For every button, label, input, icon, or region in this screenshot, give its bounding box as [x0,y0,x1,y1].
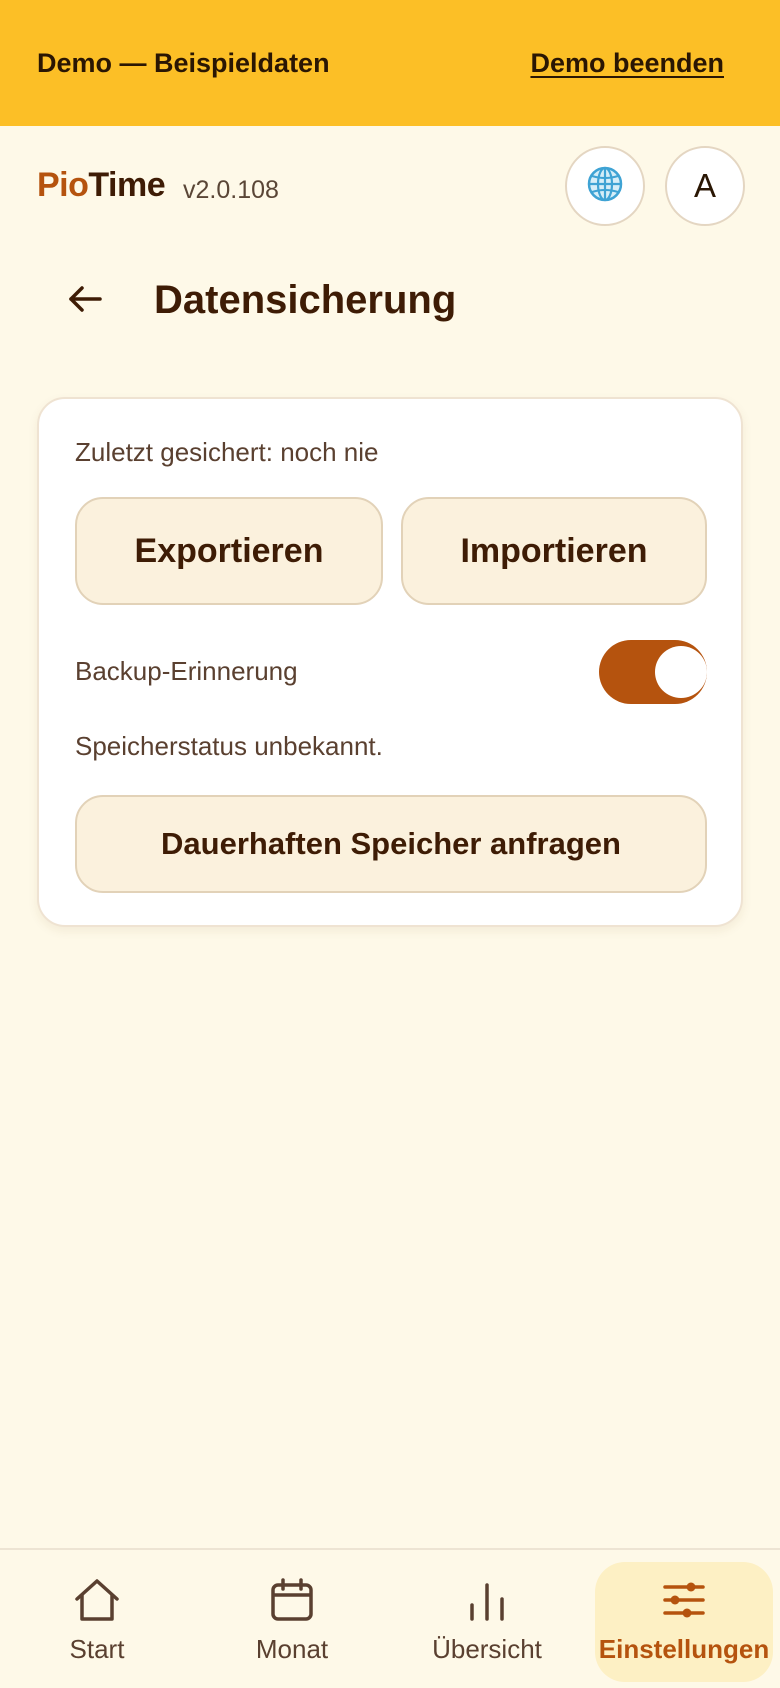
nav-item-einstellungen[interactable]: Einstellungen [595,1562,773,1682]
request-persistent-storage-button[interactable]: Dauerhaften Speicher anfragen [75,795,707,893]
backup-reminder-label: Backup-Erinnerung [75,656,298,686]
nav-label: Start [69,1634,125,1664]
import-button[interactable]: Importieren [401,497,707,605]
app-header: PioTime v2.0.108 A [0,126,780,246]
backup-reminder-toggle[interactable] [599,640,707,704]
toggle-knob [655,646,707,698]
calendar-icon [269,1572,315,1628]
bottom-nav: Start Monat Übersicht Einstellungen [0,1548,780,1688]
globe-icon [586,165,624,208]
home-icon [72,1572,122,1628]
exit-demo-link[interactable]: Demo beenden [530,48,724,79]
app-root: Demo — Beispieldaten Demo beenden PioTim… [0,0,780,1688]
brand-logo: PioTime [37,166,166,205]
last-backup-text: Zuletzt gesichert: noch nie [75,437,379,467]
backup-card: Zuletzt gesichert: noch nie Exportieren … [37,397,743,927]
sliders-icon [661,1572,707,1628]
nav-item-monat[interactable]: Monat [203,1562,381,1682]
avatar-initial: A [693,167,716,204]
nav-item-uebersicht[interactable]: Übersicht [398,1562,576,1682]
back-button[interactable] [60,276,110,326]
bar-chart-icon [464,1572,510,1628]
avatar-button[interactable]: A [665,146,745,226]
arrow-left-icon [67,284,103,319]
nav-label: Monat [255,1634,329,1664]
language-button[interactable] [565,146,645,226]
brand-logo-part2: Time [88,166,166,204]
page-title-row: Datensicherung [0,262,780,342]
brand-logo-part1: Pio [37,166,89,204]
nav-label: Einstellungen [598,1634,770,1664]
export-button[interactable]: Exportieren [75,497,383,605]
nav-item-start[interactable]: Start [8,1562,186,1682]
demo-banner: Demo — Beispieldaten Demo beenden [0,0,780,126]
page-title: Datensicherung [154,278,457,322]
storage-status-text: Speicherstatus unbekannt. [75,731,383,761]
demo-banner-text: Demo — Beispieldaten [37,47,330,78]
nav-label: Übersicht [432,1634,542,1664]
app-version: v2.0.108 [183,176,279,204]
